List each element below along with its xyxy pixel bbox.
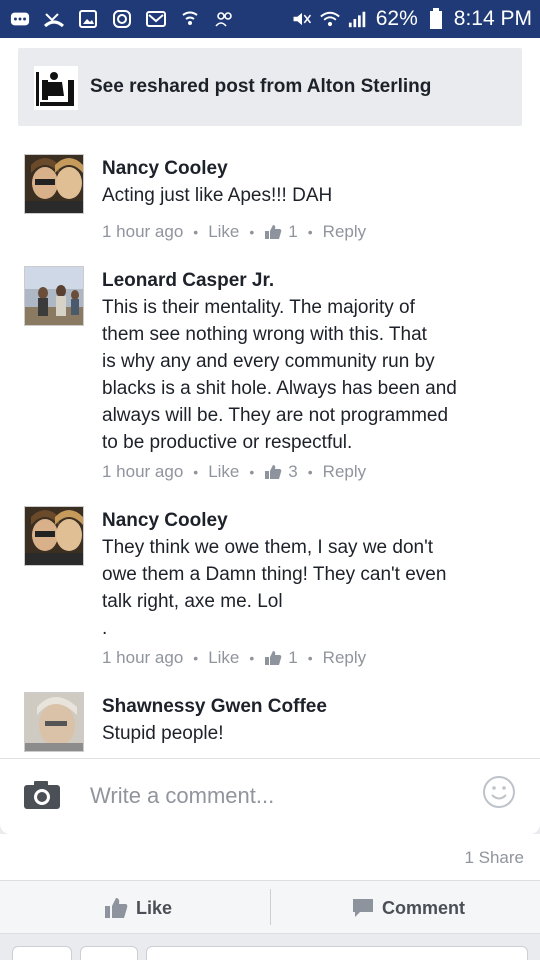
separator-dot: • xyxy=(249,224,255,240)
comment-input[interactable]: Write a comment... xyxy=(90,783,274,809)
separator-dot: • xyxy=(249,650,255,666)
comment-meta: 1 hour ago • Like • 3 • Reply xyxy=(102,462,366,482)
avatar[interactable] xyxy=(24,154,84,214)
like-count-value: 3 xyxy=(288,462,298,481)
comment-line: blacks is a shit hole. Always has been a… xyxy=(102,378,457,399)
comments-card: See reshared post from Alton Sterling Na… xyxy=(0,38,540,834)
thumbs-up-icon xyxy=(265,651,282,665)
thumbs-up-icon xyxy=(105,898,128,918)
like-button-label: Like xyxy=(136,897,173,918)
people-icon xyxy=(214,9,234,29)
comment-author[interactable]: Shawnessy Gwen Coffee xyxy=(102,696,327,718)
comment-button[interactable]: Comment xyxy=(352,881,465,935)
post-actions: Like Comment xyxy=(0,880,540,934)
instagram-icon xyxy=(112,9,132,29)
comment-line: . xyxy=(102,618,108,639)
comment-like-count[interactable]: 3 xyxy=(264,462,298,482)
mail-icon xyxy=(146,9,166,29)
preview-box xyxy=(146,946,528,960)
emoji-icon[interactable] xyxy=(482,775,516,809)
comment-line: always will be. They are not programmed xyxy=(102,405,449,426)
separator-dot: • xyxy=(193,464,199,480)
like-button[interactable]: Like xyxy=(104,881,172,935)
signal-icon xyxy=(348,9,368,29)
status-bar: 62% 8:14 PM xyxy=(0,0,540,38)
comment-reply-link[interactable]: Reply xyxy=(323,222,366,242)
gallery-icon xyxy=(78,9,98,29)
comment-reply-link[interactable]: Reply xyxy=(323,648,366,668)
comment-author[interactable]: Nancy Cooley xyxy=(102,510,228,532)
comment-timestamp[interactable]: 1 hour ago xyxy=(102,222,183,242)
thumbs-up-icon xyxy=(265,225,282,239)
separator-dot: • xyxy=(249,464,255,480)
separator-dot: • xyxy=(307,650,313,666)
divider xyxy=(270,889,271,925)
comment-line: owe them a Damn thing! They can't even xyxy=(102,564,447,585)
comment-bubble-icon xyxy=(353,899,373,917)
comment-meta: 1 hour ago • Like • 1 • Reply xyxy=(102,222,366,242)
missed-call-icon xyxy=(44,9,64,29)
clock: 8:14 PM xyxy=(453,7,532,30)
comment-like-link[interactable]: Like xyxy=(208,462,239,482)
comment-line: to be productive or respectful. xyxy=(102,432,353,453)
shield-wifi-icon xyxy=(180,9,200,29)
comment-reply-link[interactable]: Reply xyxy=(323,462,366,482)
comment-button-label: Comment xyxy=(382,897,466,918)
comment-text: Stupid people! xyxy=(102,723,224,744)
preview-tab xyxy=(80,946,138,960)
reshared-post-label: See reshared post from Alton Sterling xyxy=(90,76,432,97)
comment-timestamp[interactable]: 1 hour ago xyxy=(102,648,183,668)
mute-icon xyxy=(292,9,312,29)
wifi-icon xyxy=(320,9,340,29)
separator-dot: • xyxy=(307,464,313,480)
comment-author[interactable]: Nancy Cooley xyxy=(102,158,228,180)
comment-meta: 1 hour ago • Like • 1 • Reply xyxy=(102,648,366,668)
separator-dot: • xyxy=(193,224,199,240)
battery-icon xyxy=(426,8,446,29)
like-count-value: 1 xyxy=(288,648,298,667)
thumbs-up-icon xyxy=(265,465,282,479)
comment-text: Acting just like Apes!!! DAH xyxy=(102,185,333,206)
comment-line: is why any and every community run by xyxy=(102,351,435,372)
comment-like-link[interactable]: Like xyxy=(208,648,239,668)
comment-like-link[interactable]: Like xyxy=(208,222,239,242)
comment-line: They think we owe them, I say we don't xyxy=(102,537,434,558)
reshared-post-thumbnail-icon xyxy=(34,66,78,110)
battery-percent: 62% xyxy=(375,7,418,30)
comment-like-count[interactable]: 1 xyxy=(264,222,298,242)
next-post-preview xyxy=(0,934,540,960)
camera-icon[interactable] xyxy=(22,779,62,811)
comment-like-count[interactable]: 1 xyxy=(264,648,298,668)
separator-dot: • xyxy=(307,224,313,240)
comment-line: talk right, axe me. Lol xyxy=(102,591,283,612)
preview-tab xyxy=(12,946,72,960)
like-count-value: 1 xyxy=(288,222,298,241)
share-count[interactable]: 1 Share xyxy=(464,848,524,868)
post-stats: 1 Share xyxy=(0,834,540,880)
comment-line: them see nothing wrong with this. That xyxy=(102,324,427,345)
comment-author[interactable]: Leonard Casper Jr. xyxy=(102,270,274,292)
avatar[interactable] xyxy=(24,266,84,326)
reshared-post-link[interactable]: See reshared post from Alton Sterling xyxy=(18,48,522,126)
separator-dot: • xyxy=(193,650,199,666)
comment-text: They think we owe them, I say we don't o… xyxy=(102,534,502,642)
comment-timestamp[interactable]: 1 hour ago xyxy=(102,462,183,482)
comment-line: This is their mentality. The majority of xyxy=(102,297,415,318)
messenger-icon xyxy=(10,9,30,29)
avatar[interactable] xyxy=(24,692,84,752)
avatar[interactable] xyxy=(24,506,84,566)
comment-text: This is their mentality. The majority of… xyxy=(102,294,502,456)
comment-composer: Write a comment... xyxy=(0,758,540,834)
